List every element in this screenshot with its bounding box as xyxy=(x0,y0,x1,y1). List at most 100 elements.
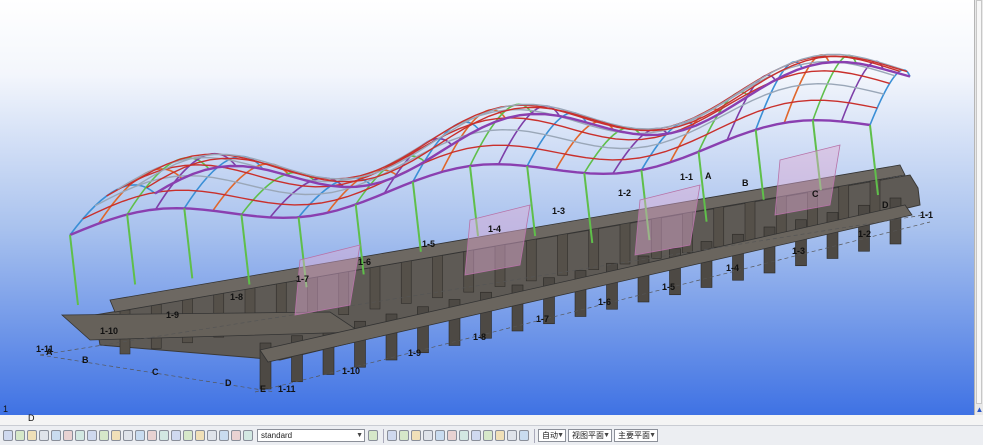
select-pour-icon[interactable] xyxy=(243,430,253,441)
main-plane-select[interactable]: 主要平面 ▼ xyxy=(614,429,658,442)
plane-value: 视图平面 xyxy=(572,431,604,440)
scrollbar-thumb[interactable] xyxy=(976,0,982,404)
select-surface-icon[interactable] xyxy=(27,430,37,441)
selection-switches xyxy=(3,430,255,441)
grid-label: 1-4 xyxy=(488,224,501,234)
grid-label: 1-9 xyxy=(408,348,421,358)
snap-center-icon[interactable] xyxy=(399,430,409,441)
roof-purlin xyxy=(94,82,884,207)
snap-grid-icon[interactable] xyxy=(507,430,517,441)
grid-label: B xyxy=(742,178,749,188)
grid-label: 1-7 xyxy=(536,314,549,324)
select-mark-icon[interactable] xyxy=(219,430,229,441)
roof-arch xyxy=(869,69,911,126)
select-assembly-icon[interactable] xyxy=(111,430,121,441)
select-grid-icon[interactable] xyxy=(51,430,61,441)
snap-any-icon[interactable] xyxy=(471,430,481,441)
snap-intersect-icon[interactable] xyxy=(423,430,433,441)
support-post xyxy=(240,214,251,285)
grid-label: 1-1 xyxy=(920,210,933,220)
select-cut-icon[interactable] xyxy=(135,430,145,441)
concrete-column xyxy=(619,219,631,265)
grid-label: 1-8 xyxy=(230,292,243,302)
select-view-icon[interactable] xyxy=(159,430,169,441)
depth-select[interactable]: 自动 ▼ xyxy=(538,429,566,442)
view-filter-select[interactable]: standard ▼ xyxy=(257,429,365,442)
filter-settings-icon[interactable] xyxy=(368,430,378,441)
select-component-icon[interactable] xyxy=(87,430,97,441)
grid-label: 1-2 xyxy=(858,229,871,239)
snap-end-icon[interactable] xyxy=(387,430,397,441)
grid-label: 1-4 xyxy=(726,263,739,273)
grid-label: 1-8 xyxy=(473,332,486,342)
select-bolt-icon[interactable] xyxy=(123,430,133,441)
grid-label: 1-3 xyxy=(792,246,805,256)
grid-label: C xyxy=(812,189,819,199)
concrete-column xyxy=(889,197,902,245)
concrete-column xyxy=(525,236,537,282)
steel-canopy-model[interactable]: 1-1 1-2 1-3 1-4 1-5 1-6 1-7 1-8 1-9 1-10 1-11 1-1 1-… xyxy=(0,0,974,415)
status-line: D xyxy=(0,413,983,425)
main-plane-value: 主要平面 xyxy=(618,431,650,440)
select-object-icon[interactable] xyxy=(99,430,109,441)
concrete-column xyxy=(744,197,756,242)
grid-label: 1-1 xyxy=(680,172,693,182)
grid-label: 1-10 xyxy=(100,326,118,336)
grid-label: A xyxy=(705,171,712,181)
select-point-icon[interactable] xyxy=(63,430,73,441)
snap-perp-icon[interactable] xyxy=(435,430,445,441)
axis-corner-label: 1 xyxy=(3,404,9,414)
snap-plane-icon[interactable] xyxy=(519,430,529,441)
model-viewport[interactable]: 1-1 1-2 1-3 1-4 1-5 1-6 1-7 1-8 1-9 1-10 1-11 1-1 1-… xyxy=(0,0,974,415)
grid-label: 1-6 xyxy=(358,257,371,267)
toolbar-separator xyxy=(383,428,384,443)
select-plane-icon[interactable] xyxy=(171,430,181,441)
snap-near-icon[interactable] xyxy=(459,430,469,441)
grid-label: 1-7 xyxy=(296,274,309,284)
select-weld-icon[interactable] xyxy=(39,430,49,441)
select-all-icon[interactable] xyxy=(3,430,13,441)
chevron-down-icon: ▼ xyxy=(649,432,656,439)
snap-line-icon[interactable] xyxy=(447,430,457,441)
select-ref-icon[interactable] xyxy=(183,430,193,441)
toolbar-separator xyxy=(534,428,535,443)
concrete-column xyxy=(826,212,839,259)
snap-switches xyxy=(387,430,531,441)
select-line-icon[interactable] xyxy=(75,430,85,441)
vertical-scrollbar[interactable]: ▲ xyxy=(974,0,983,415)
status-axis-label: D xyxy=(28,413,35,423)
snap-mid-icon[interactable] xyxy=(411,430,421,441)
scroll-down-arrow-icon[interactable]: ▲ xyxy=(975,405,983,415)
snap-free-icon[interactable] xyxy=(495,430,505,441)
grid-label: A xyxy=(46,347,53,357)
chevron-down-icon: ▼ xyxy=(557,432,564,439)
grid-label: E xyxy=(260,384,266,394)
grid-label: 1-5 xyxy=(662,282,675,292)
selection-toolbar: standard ▼ 自动 ▼ 视图平面 ▼ 主要平面 ▼ xyxy=(0,425,983,445)
grid-label: D xyxy=(882,200,889,210)
support-post xyxy=(411,181,422,252)
select-reinforce-icon[interactable] xyxy=(147,430,157,441)
select-text-icon[interactable] xyxy=(207,430,217,441)
concrete-column xyxy=(713,202,725,248)
concrete-column xyxy=(732,233,744,281)
select-part-icon[interactable] xyxy=(15,430,25,441)
chevron-down-icon: ▼ xyxy=(603,432,610,439)
roof-arch xyxy=(812,54,857,121)
grid-label: 1-5 xyxy=(422,239,435,249)
grid-label: 1-11 xyxy=(278,384,296,394)
depth-value: 自动 xyxy=(542,431,558,440)
plane-select[interactable]: 视图平面 ▼ xyxy=(568,429,612,442)
grid-label: D xyxy=(225,378,232,388)
select-filter-icon[interactable] xyxy=(231,430,241,441)
view-filter-value: standard xyxy=(261,431,293,440)
support-post xyxy=(126,214,137,285)
grid-label: 1-9 xyxy=(166,310,179,320)
concrete-column xyxy=(557,230,568,276)
grid-label: C xyxy=(152,367,159,377)
grid-label: 1-2 xyxy=(618,188,631,198)
select-dim-icon[interactable] xyxy=(195,430,205,441)
grid-label: 1-3 xyxy=(552,206,565,216)
grid-label: 1-6 xyxy=(598,297,611,307)
snap-ref-icon[interactable] xyxy=(483,430,493,441)
